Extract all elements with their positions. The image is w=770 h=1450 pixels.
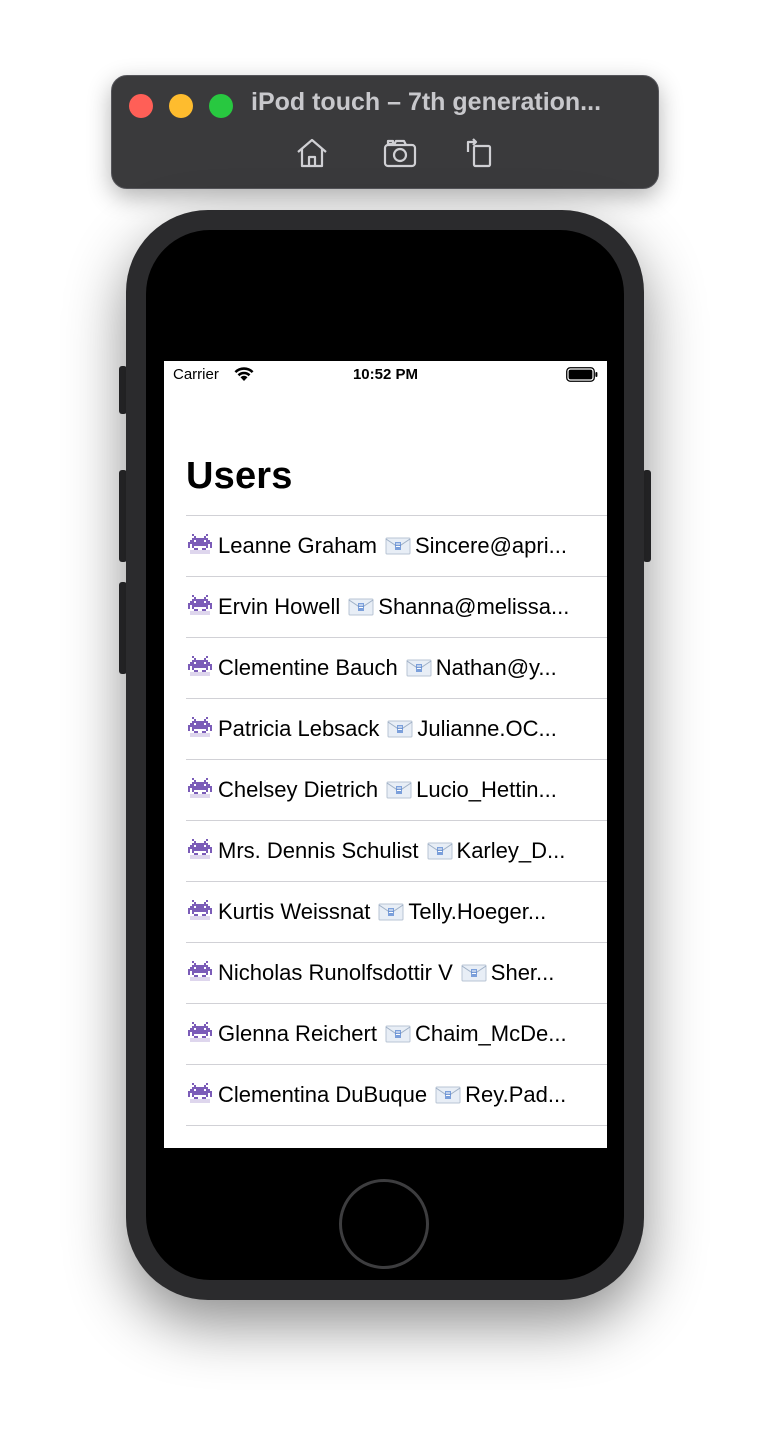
simulator-title: iPod touch – 7th generation... bbox=[251, 88, 602, 116]
mail-envelope-icon bbox=[435, 1086, 461, 1104]
mail-envelope-icon bbox=[427, 842, 453, 860]
mail-envelope-icon bbox=[385, 1025, 411, 1043]
alien-monster-icon bbox=[188, 778, 212, 798]
user-row-content: Nicholas Runolfsdottir V Sher... bbox=[186, 960, 584, 986]
zoom-window-button[interactable] bbox=[209, 94, 233, 118]
user-email: Nathan@y... bbox=[435, 655, 557, 680]
home-icon[interactable] bbox=[294, 136, 330, 170]
user-row-1[interactable]: Leanne Graham Sincere@apri... bbox=[186, 516, 607, 577]
simulator-toolbar: iPod touch – 7th generation... bbox=[111, 75, 659, 189]
user-row-content: Glenna Reichert Chaim_McDe... bbox=[186, 1021, 584, 1047]
user-name: Leanne Graham bbox=[218, 533, 377, 558]
alien-monster-icon bbox=[188, 595, 212, 615]
user-name: Glenna Reichert bbox=[218, 1021, 377, 1046]
page-title: Users bbox=[186, 455, 293, 497]
alien-monster-icon bbox=[188, 961, 212, 981]
user-row-6[interactable]: Mrs. Dennis Schulist Karley_D... bbox=[186, 821, 607, 882]
device-screen: Carrier 10:52 PM Users Leanne Graham Sin… bbox=[164, 361, 607, 1148]
battery-icon bbox=[566, 367, 598, 382]
user-email: Sher... bbox=[490, 960, 555, 985]
user-row-8[interactable]: Nicholas Runolfsdottir V Sher... bbox=[186, 943, 607, 1004]
user-name: Kurtis Weissnat bbox=[218, 899, 371, 924]
status-time: 10:52 PM bbox=[352, 366, 419, 383]
user-email: Shanna@melissa... bbox=[378, 594, 570, 619]
alien-monster-icon bbox=[188, 1083, 212, 1103]
user-email: Rey.Pad... bbox=[465, 1082, 567, 1107]
user-email: Sincere@apri... bbox=[415, 533, 567, 558]
user-email: Julianne.OC... bbox=[417, 716, 557, 741]
alien-monster-icon bbox=[188, 717, 212, 737]
rotate-icon[interactable] bbox=[462, 136, 498, 170]
minimize-window-button[interactable] bbox=[169, 94, 193, 118]
user-name: Patricia Lebsack bbox=[218, 716, 380, 741]
user-name: Ervin Howell bbox=[218, 594, 341, 619]
power-button bbox=[643, 470, 651, 562]
users-list: Leanne Graham Sincere@apri... Ervin Howe… bbox=[186, 515, 607, 1126]
simulator-stage: iPod touch – 7th generation... Carrier 1… bbox=[0, 0, 770, 1450]
user-name: Nicholas Runolfsdottir V bbox=[218, 960, 453, 985]
user-email: Chaim_McDe... bbox=[414, 1021, 567, 1046]
user-name: Clementina DuBuque bbox=[218, 1082, 428, 1107]
mail-envelope-icon bbox=[387, 720, 413, 738]
user-row-content: Kurtis Weissnat Telly.Hoeger... bbox=[186, 899, 584, 925]
user-row-content: Patricia Lebsack Julianne.OC... bbox=[186, 716, 584, 742]
user-email: Karley_D... bbox=[456, 838, 566, 863]
mail-envelope-icon bbox=[461, 964, 487, 982]
mail-envelope-icon bbox=[406, 659, 432, 677]
user-row-4[interactable]: Patricia Lebsack Julianne.OC... bbox=[186, 699, 607, 760]
user-row-9[interactable]: Glenna Reichert Chaim_McDe... bbox=[186, 1004, 607, 1065]
screenshot-icon[interactable] bbox=[382, 136, 418, 170]
mail-envelope-icon bbox=[386, 781, 412, 799]
user-row-7[interactable]: Kurtis Weissnat Telly.Hoeger... bbox=[186, 882, 607, 943]
user-name: Chelsey Dietrich bbox=[218, 777, 379, 802]
status-bar: Carrier 10:52 PM bbox=[164, 361, 607, 389]
user-row-3[interactable]: Clementine Bauch Nathan@y... bbox=[186, 638, 607, 699]
user-row-10[interactable]: Clementina DuBuque Rey.Pad... bbox=[186, 1065, 607, 1126]
user-row-content: Leanne Graham Sincere@apri... bbox=[186, 533, 584, 559]
user-row-2[interactable]: Ervin Howell Shanna@melissa... bbox=[186, 577, 607, 638]
mail-envelope-icon bbox=[348, 598, 374, 616]
user-name: Clementine Bauch bbox=[218, 655, 398, 680]
alien-monster-icon bbox=[188, 1022, 212, 1042]
mail-envelope-icon bbox=[385, 537, 411, 555]
alien-monster-icon bbox=[188, 839, 212, 859]
user-row-5[interactable]: Chelsey Dietrich Lucio_Hettin... bbox=[186, 760, 607, 821]
alien-monster-icon bbox=[188, 656, 212, 676]
alien-monster-icon bbox=[188, 534, 212, 554]
user-email: Lucio_Hettin... bbox=[416, 777, 557, 802]
user-row-content: Clementine Bauch Nathan@y... bbox=[186, 655, 584, 681]
user-name: Mrs. Dennis Schulist bbox=[218, 838, 419, 863]
alien-monster-icon bbox=[188, 900, 212, 920]
user-row-content: Chelsey Dietrich Lucio_Hettin... bbox=[186, 777, 584, 803]
close-window-button[interactable] bbox=[129, 94, 153, 118]
user-row-content: Mrs. Dennis Schulist Karley_D... bbox=[186, 838, 584, 864]
user-row-content: Clementina DuBuque Rey.Pad... bbox=[186, 1082, 584, 1108]
device-home-button[interactable] bbox=[339, 1179, 429, 1269]
user-email: Telly.Hoeger... bbox=[408, 899, 547, 924]
user-row-content: Ervin Howell Shanna@melissa... bbox=[186, 594, 584, 620]
mail-envelope-icon bbox=[378, 903, 404, 921]
